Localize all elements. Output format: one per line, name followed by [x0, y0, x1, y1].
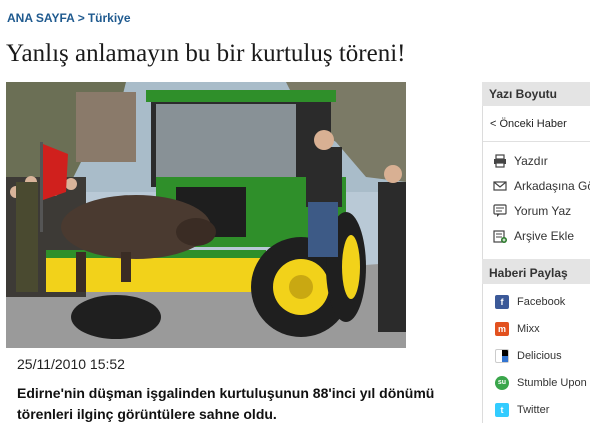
delicious-icon — [495, 348, 509, 363]
share-twitter[interactable]: t Twitter — [483, 396, 590, 423]
share-delicious[interactable]: Delicious — [483, 342, 590, 369]
comment-icon — [493, 203, 507, 218]
twitter-icon: t — [495, 402, 509, 417]
breadcrumb-section-link[interactable]: Türkiye — [88, 11, 131, 25]
share-stumbleupon[interactable]: su Stumble Upon — [483, 369, 590, 396]
print-button[interactable]: Yazdır — [483, 148, 590, 173]
write-comment-button[interactable]: Yorum Yaz — [483, 198, 590, 223]
share-stumbleupon-label: Stumble Upon — [517, 376, 587, 389]
share-box: f Facebook m Mixx Delicious su Stumble U… — [482, 284, 590, 423]
share-twitter-label: Twitter — [517, 403, 550, 416]
breadcrumb-separator: > — [77, 11, 85, 25]
write-comment-label: Yorum Yaz — [514, 203, 572, 218]
printer-icon — [493, 153, 507, 168]
article-photo — [6, 82, 406, 348]
send-to-friend-button[interactable]: Arkadaşına Gönder — [483, 173, 590, 198]
stumbleupon-icon: su — [495, 375, 509, 390]
add-to-archive-label: Arşive Ekle — [514, 228, 575, 243]
previous-news-link[interactable]: < Önceki Haber — [483, 106, 590, 142]
page-title: Yanlış anlamayın bu bir kurtuluş töreni! — [6, 40, 406, 67]
print-label: Yazdır — [514, 153, 548, 168]
share-facebook-label: Facebook — [517, 295, 566, 308]
facebook-icon: f — [495, 294, 509, 309]
send-to-friend-label: Arkadaşına Gönder — [514, 178, 590, 193]
sidebar: Yazı Boyutu < Önceki Haber Yazdır Arkada… — [482, 82, 590, 423]
article-summary: Edirne'nin düşman işgalinden kurtuluşunu… — [17, 385, 435, 422]
article-date: 25/11/2010 15:52 — [17, 356, 125, 372]
share-delicious-label: Delicious — [517, 349, 562, 362]
share-mixx-label: Mixx — [517, 322, 540, 335]
mixx-icon: m — [495, 321, 509, 336]
breadcrumb: ANA SAYFA > Türkiye — [7, 11, 131, 25]
share-mixx[interactable]: m Mixx — [483, 315, 590, 342]
share-facebook[interactable]: f Facebook — [483, 288, 590, 315]
breadcrumb-home-link[interactable]: ANA SAYFA — [7, 11, 75, 25]
archive-add-icon — [493, 229, 507, 243]
font-size-header[interactable]: Yazı Boyutu — [482, 82, 590, 106]
share-header: Haberi Paylaş — [482, 259, 590, 284]
add-to-archive-button[interactable]: Arşive Ekle — [483, 223, 590, 248]
envelope-icon — [493, 179, 507, 193]
sidebar-tools-box: < Önceki Haber Yazdır Arkadaşına Gönder … — [482, 106, 590, 259]
